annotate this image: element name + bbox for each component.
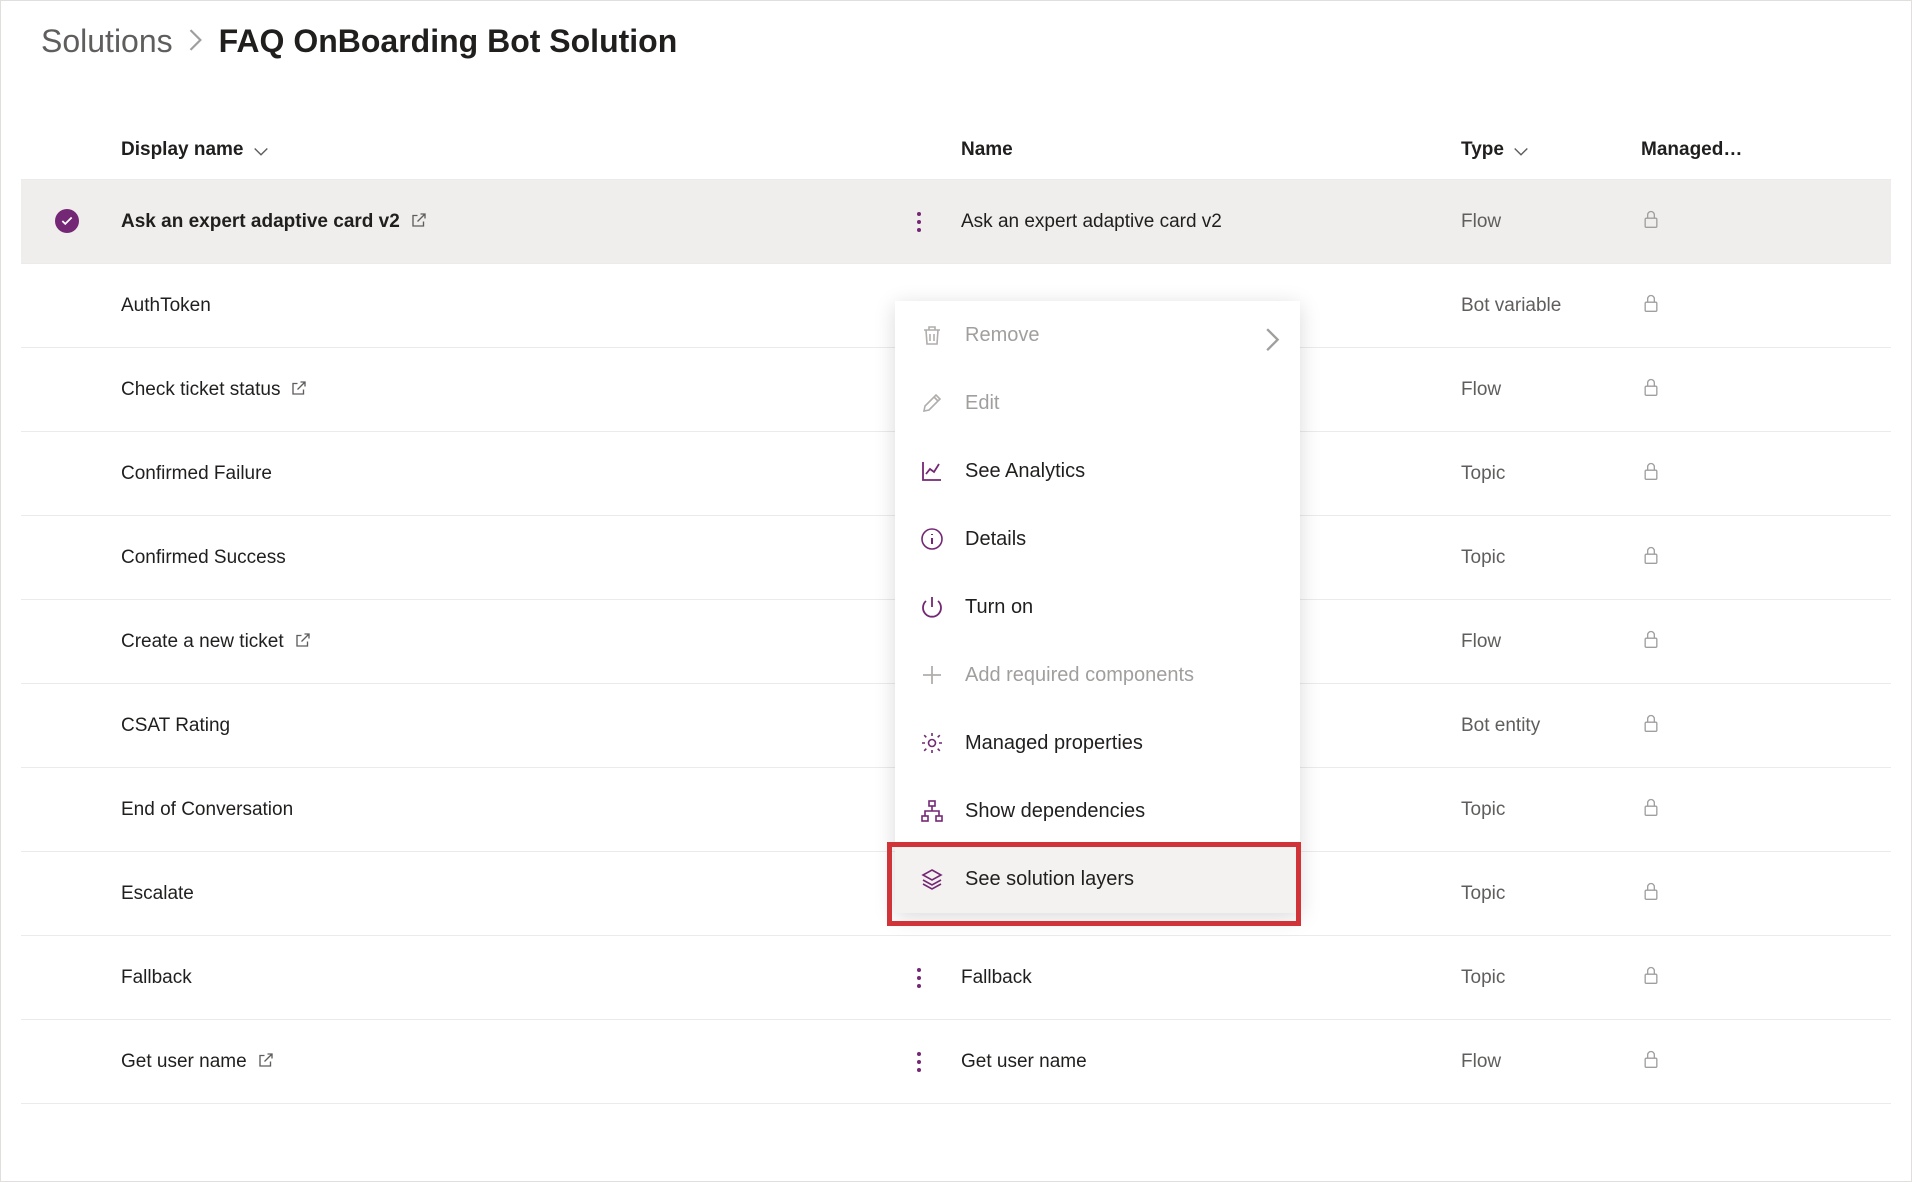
row-type: Topic (1461, 463, 1641, 485)
more-actions-button[interactable] (901, 960, 937, 996)
row-display-name[interactable]: End of Conversation (121, 799, 901, 821)
lock-icon (1641, 214, 1661, 235)
external-link-icon (294, 631, 312, 649)
trash-icon (919, 322, 945, 348)
lock-icon (1641, 298, 1661, 319)
row-display-name[interactable]: AuthToken (121, 295, 901, 317)
row-display-name[interactable]: Get user name (121, 1051, 901, 1073)
chevron-down-icon (1514, 143, 1528, 157)
row-display-name[interactable]: Create a new ticket (121, 631, 901, 653)
row-type: Flow (1461, 211, 1641, 233)
lock-icon (1641, 970, 1661, 991)
row-display-name[interactable]: CSAT Rating (121, 715, 901, 737)
more-actions-button[interactable] (901, 204, 937, 240)
layers-icon (919, 866, 945, 892)
chevron-right-icon (1266, 328, 1280, 342)
menu-details[interactable]: Details (895, 505, 1300, 573)
row-type: Flow (1461, 379, 1641, 401)
table-row[interactable]: Get user nameGet user nameFlow (21, 1020, 1891, 1104)
lock-icon (1641, 718, 1661, 739)
menu-edit[interactable]: Edit (895, 369, 1300, 437)
row-display-name[interactable]: Ask an expert adaptive card v2 (121, 211, 901, 233)
column-display-name[interactable]: Display name (121, 139, 268, 161)
menu-show-dependencies[interactable]: Show dependencies (895, 777, 1300, 845)
gear-icon (919, 730, 945, 756)
column-name[interactable]: Name (961, 139, 1013, 161)
menu-see-solution-layers[interactable]: See solution layers (895, 845, 1300, 913)
external-link-icon (290, 379, 308, 397)
table-row[interactable]: Ask an expert adaptive card v2 Ask an exp… (21, 180, 1891, 264)
external-link-icon (410, 211, 428, 229)
column-managed[interactable]: Managed… (1641, 139, 1742, 161)
table-row[interactable]: FallbackFallbackTopic (21, 936, 1891, 1020)
row-type: Topic (1461, 799, 1641, 821)
more-actions-button[interactable] (901, 1044, 937, 1080)
row-type: Topic (1461, 547, 1641, 569)
row-display-name[interactable]: Confirmed Success (121, 547, 901, 569)
chevron-right-icon (189, 26, 203, 58)
lock-icon (1641, 1054, 1661, 1075)
lock-icon (1641, 382, 1661, 403)
row-display-name[interactable]: Confirmed Failure (121, 463, 901, 485)
row-type: Topic (1461, 883, 1641, 905)
breadcrumb-solutions[interactable]: Solutions (41, 23, 173, 60)
row-type: Flow (1461, 631, 1641, 653)
lock-icon (1641, 886, 1661, 907)
column-type[interactable]: Type (1461, 139, 1528, 161)
checkmark-icon (55, 209, 79, 233)
power-icon (919, 594, 945, 620)
row-name: Fallback (961, 967, 1461, 989)
row-type: Flow (1461, 1051, 1641, 1073)
chart-line-icon (919, 458, 945, 484)
menu-add-required[interactable]: Add required components (895, 641, 1300, 709)
lock-icon (1641, 550, 1661, 571)
lock-icon (1641, 466, 1661, 487)
menu-managed-properties[interactable]: Managed properties (895, 709, 1300, 777)
row-name: Ask an expert adaptive card v2 (961, 211, 1461, 233)
external-link-icon (257, 1051, 275, 1069)
menu-analytics[interactable]: See Analytics (895, 437, 1300, 505)
context-menu: Remove Edit See Analytics Details (895, 301, 1300, 913)
menu-remove[interactable]: Remove (895, 301, 1300, 369)
row-display-name[interactable]: Escalate (121, 883, 901, 905)
row-type: Topic (1461, 967, 1641, 989)
lock-icon (1641, 802, 1661, 823)
plus-icon (919, 662, 945, 688)
chevron-down-icon (254, 143, 268, 157)
row-display-name[interactable]: Check ticket status (121, 379, 901, 401)
menu-turn-on[interactable]: Turn on (895, 573, 1300, 641)
info-icon (919, 526, 945, 552)
hierarchy-icon (919, 798, 945, 824)
lock-icon (1641, 634, 1661, 655)
row-display-name[interactable]: Fallback (121, 967, 901, 989)
row-name: Get user name (961, 1051, 1461, 1073)
breadcrumb-current: FAQ OnBoarding Bot Solution (219, 23, 678, 60)
row-type: Bot entity (1461, 715, 1641, 737)
row-type: Bot variable (1461, 295, 1641, 317)
pencil-icon (919, 390, 945, 416)
breadcrumb: Solutions FAQ OnBoarding Bot Solution (1, 1, 1911, 120)
table-header: Display name Name Type (21, 120, 1891, 180)
